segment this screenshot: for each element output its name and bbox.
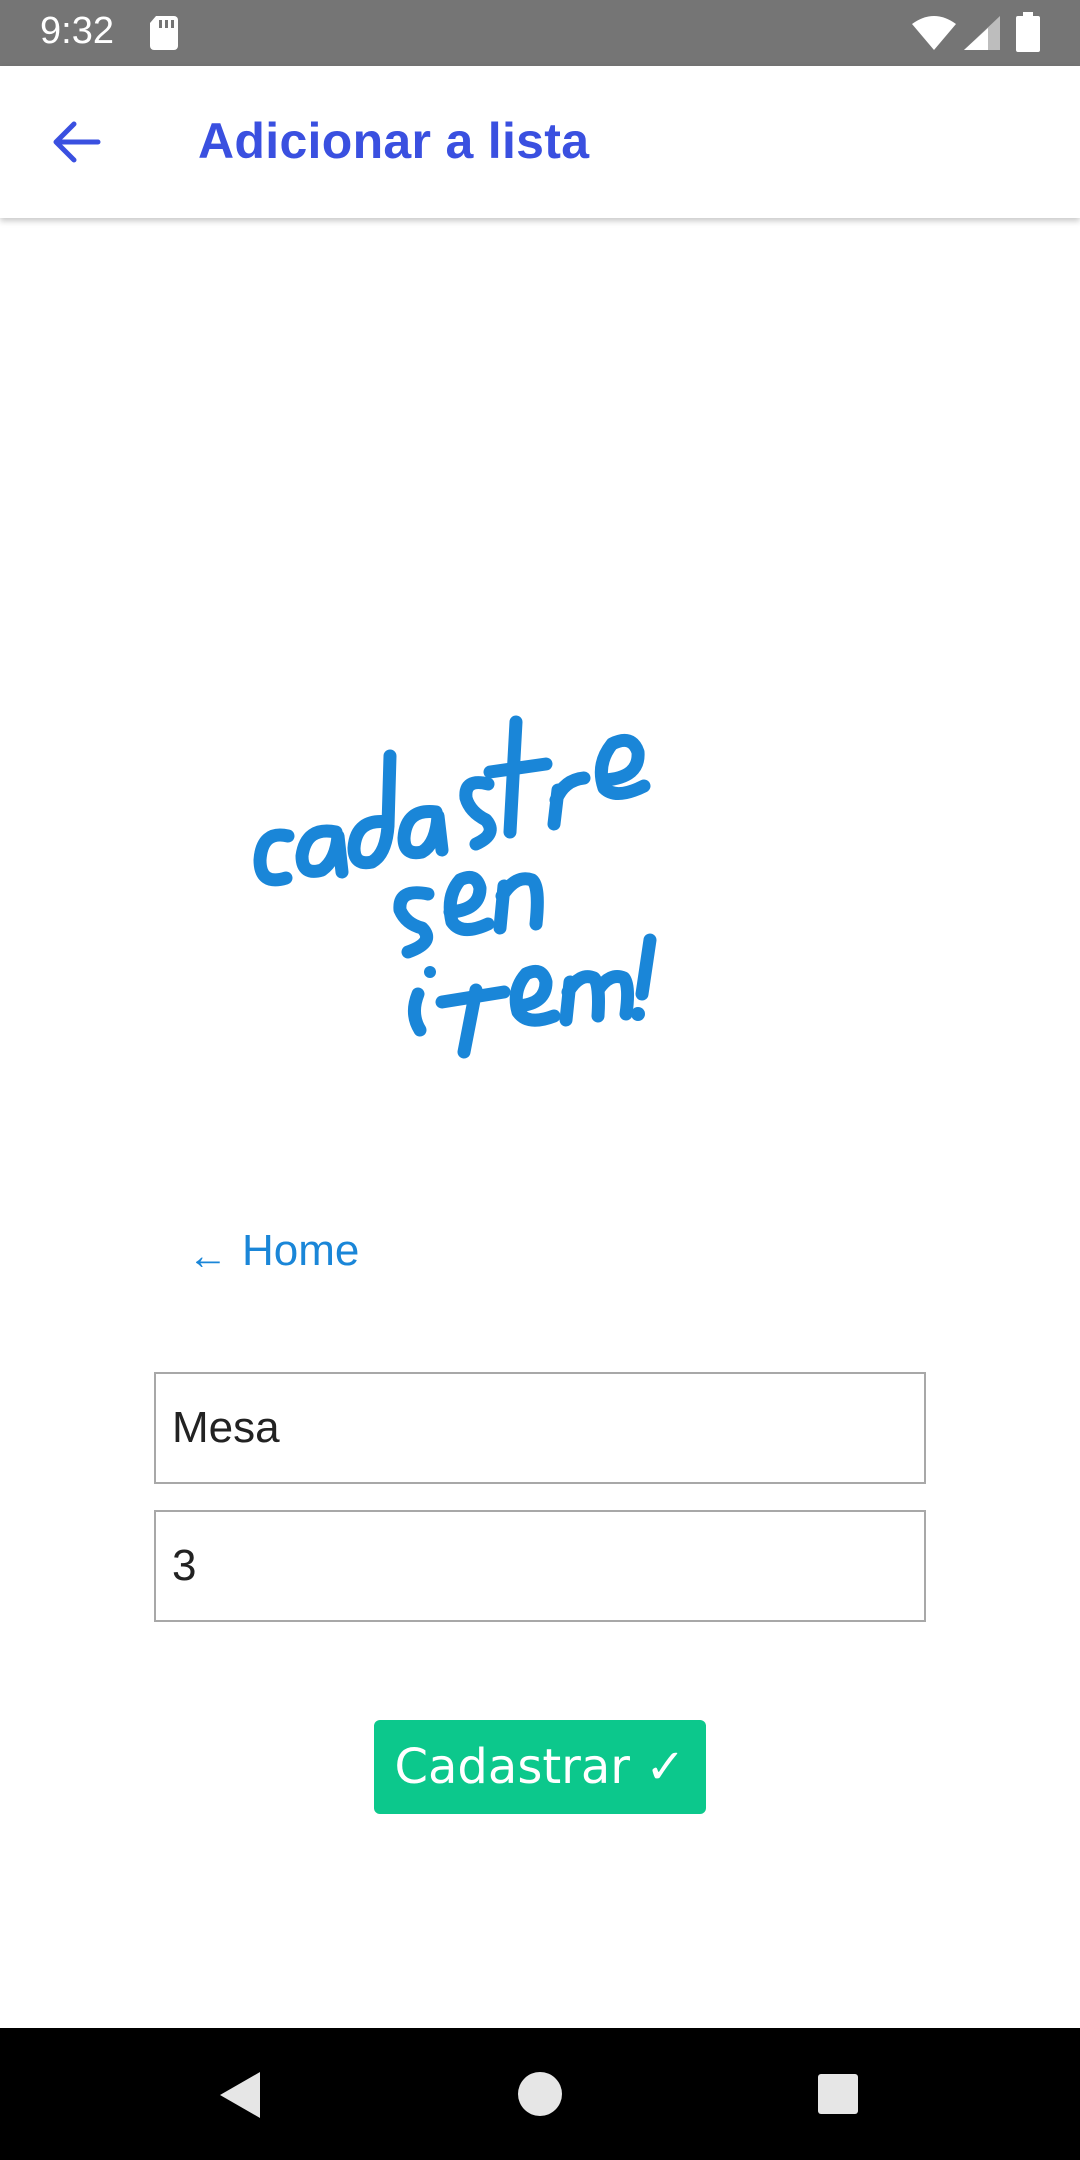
recents-square-icon[interactable]: [818, 2074, 858, 2114]
screen: 9:32 Adicionar a lista ← Home Mesa 3 Cad…: [0, 0, 1080, 2160]
signal-icon: [964, 16, 1000, 50]
item-quantity-input[interactable]: [154, 1510, 926, 1622]
sd-card-icon: [150, 16, 178, 50]
arrow-left-icon: [53, 121, 101, 163]
home-circle-icon[interactable]: [518, 2072, 562, 2116]
navigation-bar: [0, 2028, 1080, 2160]
back-button[interactable]: [36, 110, 116, 174]
battery-icon: [1016, 12, 1040, 52]
home-link-label: Home: [242, 1226, 360, 1275]
arrow-left-icon: ←: [188, 1234, 228, 1278]
page-title: Adicionar a lista: [198, 113, 590, 169]
submit-button[interactable]: Cadastrar ✓: [374, 1720, 706, 1814]
wifi-icon: [912, 16, 956, 50]
status-bar: 9:32: [0, 0, 1080, 66]
back-triangle-icon[interactable]: [216, 2070, 264, 2120]
submit-button-label: Cadastrar ✓: [394, 1739, 686, 1795]
home-link[interactable]: ← Home: [188, 1226, 360, 1278]
status-time: 9:32: [40, 10, 114, 52]
hero-lettering-image: [253, 715, 657, 1059]
item-name-input[interactable]: [154, 1372, 926, 1484]
app-bar: Adicionar a lista: [0, 66, 1080, 218]
